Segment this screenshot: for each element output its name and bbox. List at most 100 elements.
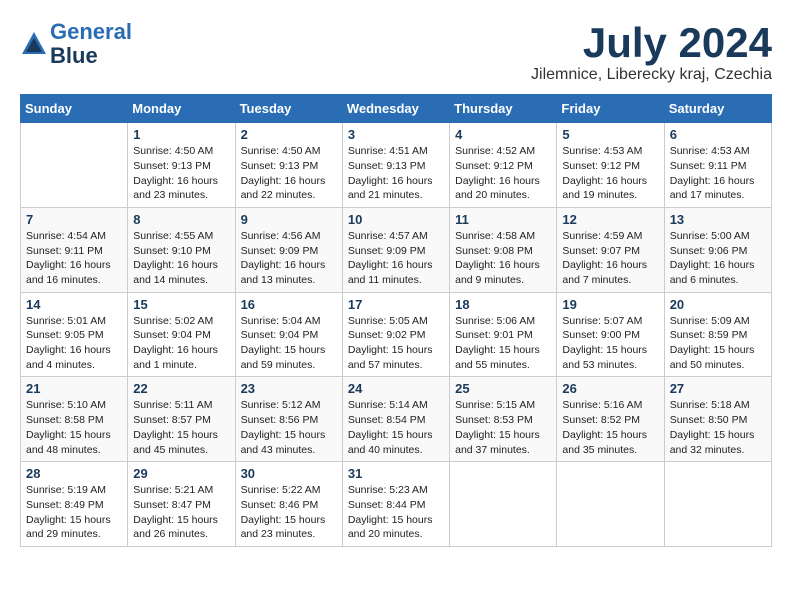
month-title: July 2024 [531, 20, 772, 66]
weekday-header-row: SundayMondayTuesdayWednesdayThursdayFrid… [21, 95, 772, 123]
day-info: Sunrise: 4:54 AM Sunset: 9:11 PM Dayligh… [26, 229, 122, 288]
calendar-cell: 20 Sunrise: 5:09 AM Sunset: 8:59 PM Dayli… [664, 292, 771, 377]
weekday-header: Thursday [450, 95, 557, 123]
day-info: Sunrise: 5:01 AM Sunset: 9:05 PM Dayligh… [26, 314, 122, 373]
calendar-cell: 8 Sunrise: 4:55 AM Sunset: 9:10 PM Daylig… [128, 207, 235, 292]
day-info: Sunrise: 4:58 AM Sunset: 9:08 PM Dayligh… [455, 229, 551, 288]
day-number: 21 [26, 381, 122, 396]
day-info: Sunrise: 4:52 AM Sunset: 9:12 PM Dayligh… [455, 144, 551, 203]
day-number: 17 [348, 297, 444, 312]
day-info: Sunrise: 5:02 AM Sunset: 9:04 PM Dayligh… [133, 314, 229, 373]
day-number: 14 [26, 297, 122, 312]
calendar-cell: 16Sunrise: 5:04 AM Sunset: 9:04 PM Dayli… [235, 292, 342, 377]
day-info: Sunrise: 5:12 AM Sunset: 8:56 PM Dayligh… [241, 398, 337, 457]
day-info: Sunrise: 5:07 AM Sunset: 9:00 PM Dayligh… [562, 314, 658, 373]
day-info: Sunrise: 5:21 AM Sunset: 8:47 PM Dayligh… [133, 483, 229, 542]
calendar-cell: 18 Sunrise: 5:06 AM Sunset: 9:01 PM Dayli… [450, 292, 557, 377]
day-number: 28 [26, 466, 122, 481]
day-info: Sunrise: 5:06 AM Sunset: 9:01 PM Dayligh… [455, 314, 551, 373]
calendar-cell: 30 Sunrise: 5:22 AM Sunset: 8:46 PM Dayli… [235, 462, 342, 547]
calendar-cell: 28 Sunrise: 5:19 AM Sunset: 8:49 PM Dayli… [21, 462, 128, 547]
calendar-cell: 31Sunrise: 5:23 AM Sunset: 8:44 PM Dayli… [342, 462, 449, 547]
day-number: 22 [133, 381, 229, 396]
calendar-cell [450, 462, 557, 547]
calendar-cell [21, 123, 128, 208]
calendar-cell: 2 Sunrise: 4:50 AM Sunset: 9:13 PM Daylig… [235, 123, 342, 208]
day-info: Sunrise: 5:11 AM Sunset: 8:57 PM Dayligh… [133, 398, 229, 457]
day-number: 12 [562, 212, 658, 227]
day-number: 4 [455, 127, 551, 142]
calendar-cell: 15Sunrise: 5:02 AM Sunset: 9:04 PM Dayli… [128, 292, 235, 377]
day-number: 11 [455, 212, 551, 227]
day-number: 27 [670, 381, 766, 396]
day-info: Sunrise: 4:51 AM Sunset: 9:13 PM Dayligh… [348, 144, 444, 203]
calendar-cell: 21 Sunrise: 5:10 AM Sunset: 8:58 PM Dayli… [21, 377, 128, 462]
calendar-cell: 11 Sunrise: 4:58 AM Sunset: 9:08 PM Dayli… [450, 207, 557, 292]
calendar-cell: 1Sunrise: 4:50 AM Sunset: 9:13 PM Daylig… [128, 123, 235, 208]
location: Jilemnice, Liberecky kraj, Czechia [531, 66, 772, 84]
day-info: Sunrise: 4:55 AM Sunset: 9:10 PM Dayligh… [133, 229, 229, 288]
day-number: 25 [455, 381, 551, 396]
day-info: Sunrise: 5:04 AM Sunset: 9:04 PM Dayligh… [241, 314, 337, 373]
weekday-header: Wednesday [342, 95, 449, 123]
calendar-cell: 19 Sunrise: 5:07 AM Sunset: 9:00 PM Dayli… [557, 292, 664, 377]
day-info: Sunrise: 5:05 AM Sunset: 9:02 PM Dayligh… [348, 314, 444, 373]
logo-text: General Blue [50, 20, 132, 68]
day-number: 10 [348, 212, 444, 227]
day-number: 13 [670, 212, 766, 227]
day-number: 5 [562, 127, 658, 142]
calendar-cell [557, 462, 664, 547]
day-info: Sunrise: 5:10 AM Sunset: 8:58 PM Dayligh… [26, 398, 122, 457]
day-number: 29 [133, 466, 229, 481]
day-info: Sunrise: 5:22 AM Sunset: 8:46 PM Dayligh… [241, 483, 337, 542]
day-info: Sunrise: 5:09 AM Sunset: 8:59 PM Dayligh… [670, 314, 766, 373]
calendar-cell: 17 Sunrise: 5:05 AM Sunset: 9:02 PM Dayli… [342, 292, 449, 377]
calendar-week-row: 28 Sunrise: 5:19 AM Sunset: 8:49 PM Dayli… [21, 462, 772, 547]
day-number: 7 [26, 212, 122, 227]
calendar-cell [664, 462, 771, 547]
logo: General Blue [20, 20, 132, 68]
calendar-table: SundayMondayTuesdayWednesdayThursdayFrid… [20, 94, 772, 547]
day-info: Sunrise: 5:00 AM Sunset: 9:06 PM Dayligh… [670, 229, 766, 288]
calendar-week-row: 21 Sunrise: 5:10 AM Sunset: 8:58 PM Dayli… [21, 377, 772, 462]
day-info: Sunrise: 4:57 AM Sunset: 9:09 PM Dayligh… [348, 229, 444, 288]
calendar-cell: 29 Sunrise: 5:21 AM Sunset: 8:47 PM Dayli… [128, 462, 235, 547]
day-info: Sunrise: 4:50 AM Sunset: 9:13 PM Dayligh… [241, 144, 337, 203]
calendar-week-row: 1Sunrise: 4:50 AM Sunset: 9:13 PM Daylig… [21, 123, 772, 208]
calendar-cell: 9Sunrise: 4:56 AM Sunset: 9:09 PM Daylig… [235, 207, 342, 292]
day-number: 19 [562, 297, 658, 312]
calendar-cell: 25 Sunrise: 5:15 AM Sunset: 8:53 PM Dayli… [450, 377, 557, 462]
calendar-cell: 13 Sunrise: 5:00 AM Sunset: 9:06 PM Dayli… [664, 207, 771, 292]
weekday-header: Sunday [21, 95, 128, 123]
day-info: Sunrise: 5:14 AM Sunset: 8:54 PM Dayligh… [348, 398, 444, 457]
calendar-cell: 12 Sunrise: 4:59 AM Sunset: 9:07 PM Dayli… [557, 207, 664, 292]
calendar-week-row: 7 Sunrise: 4:54 AM Sunset: 9:11 PM Daylig… [21, 207, 772, 292]
day-number: 30 [241, 466, 337, 481]
day-info: Sunrise: 5:19 AM Sunset: 8:49 PM Dayligh… [26, 483, 122, 542]
calendar-cell: 22 Sunrise: 5:11 AM Sunset: 8:57 PM Dayli… [128, 377, 235, 462]
day-info: Sunrise: 5:23 AM Sunset: 8:44 PM Dayligh… [348, 483, 444, 542]
day-number: 20 [670, 297, 766, 312]
day-number: 8 [133, 212, 229, 227]
day-number: 24 [348, 381, 444, 396]
day-number: 18 [455, 297, 551, 312]
calendar-cell: 24 Sunrise: 5:14 AM Sunset: 8:54 PM Dayli… [342, 377, 449, 462]
day-info: Sunrise: 5:15 AM Sunset: 8:53 PM Dayligh… [455, 398, 551, 457]
calendar-cell: 3 Sunrise: 4:51 AM Sunset: 9:13 PM Daylig… [342, 123, 449, 208]
calendar-week-row: 14 Sunrise: 5:01 AM Sunset: 9:05 PM Dayli… [21, 292, 772, 377]
day-info: Sunrise: 5:16 AM Sunset: 8:52 PM Dayligh… [562, 398, 658, 457]
calendar-cell: 4 Sunrise: 4:52 AM Sunset: 9:12 PM Daylig… [450, 123, 557, 208]
calendar-cell: 26Sunrise: 5:16 AM Sunset: 8:52 PM Dayli… [557, 377, 664, 462]
day-info: Sunrise: 4:59 AM Sunset: 9:07 PM Dayligh… [562, 229, 658, 288]
day-number: 6 [670, 127, 766, 142]
calendar-cell: 27Sunrise: 5:18 AM Sunset: 8:50 PM Dayli… [664, 377, 771, 462]
calendar-cell: 6 Sunrise: 4:53 AM Sunset: 9:11 PM Daylig… [664, 123, 771, 208]
day-number: 3 [348, 127, 444, 142]
day-info: Sunrise: 4:53 AM Sunset: 9:11 PM Dayligh… [670, 144, 766, 203]
day-info: Sunrise: 4:56 AM Sunset: 9:09 PM Dayligh… [241, 229, 337, 288]
weekday-header: Tuesday [235, 95, 342, 123]
day-info: Sunrise: 4:53 AM Sunset: 9:12 PM Dayligh… [562, 144, 658, 203]
day-number: 2 [241, 127, 337, 142]
calendar-cell: 23Sunrise: 5:12 AM Sunset: 8:56 PM Dayli… [235, 377, 342, 462]
calendar-cell: 5 Sunrise: 4:53 AM Sunset: 9:12 PM Daylig… [557, 123, 664, 208]
